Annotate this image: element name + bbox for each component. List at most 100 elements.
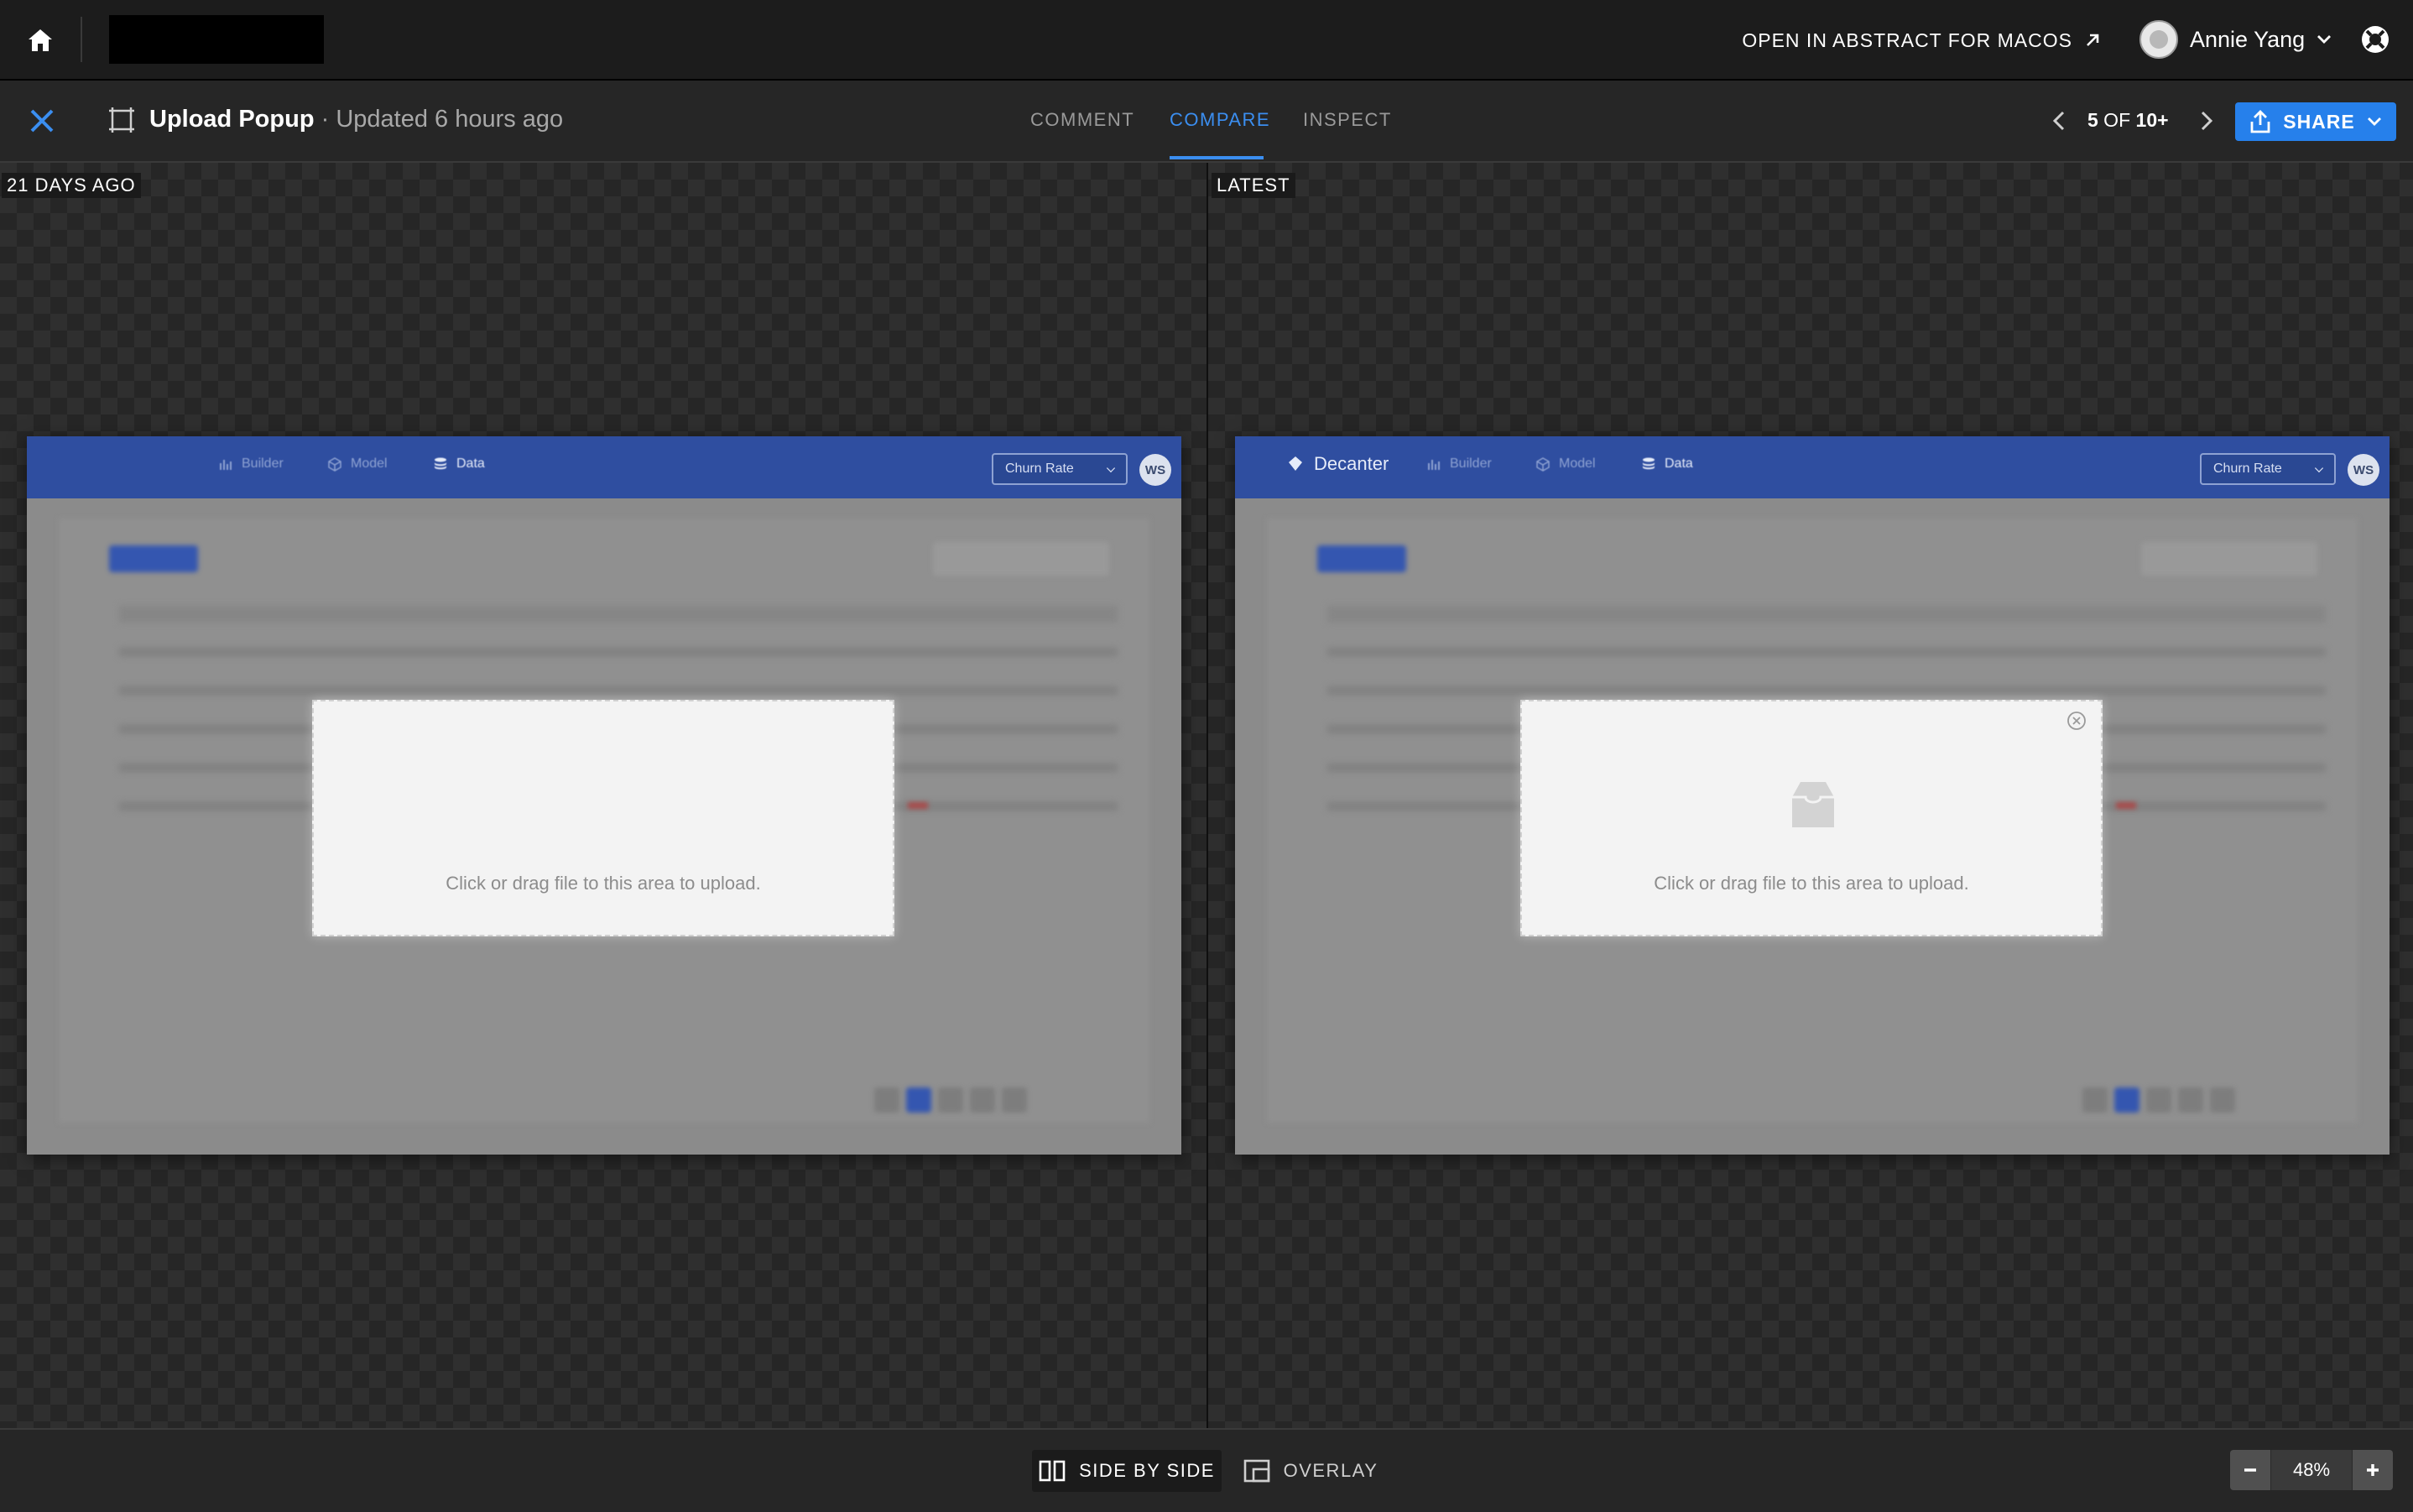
artboard-icon bbox=[109, 107, 134, 133]
preview-brand-name: Decanter bbox=[1314, 453, 1389, 474]
zoom-out-button[interactable] bbox=[2230, 1450, 2270, 1490]
preview-page-btn bbox=[1002, 1087, 1027, 1113]
user-menu[interactable]: Annie Yang bbox=[2139, 18, 2332, 60]
bar-chart-icon bbox=[1428, 460, 1440, 470]
side-by-side-label: SIDE BY SIDE bbox=[1079, 1460, 1215, 1481]
preview-nav-builder: Builder bbox=[1426, 456, 1492, 472]
preview-brand: Decanter bbox=[1285, 453, 1389, 475]
updated-time: Updated 6 hours ago bbox=[336, 106, 564, 133]
preview-page-btn-active bbox=[2114, 1087, 2139, 1113]
preview-nav-label: Data bbox=[456, 456, 485, 471]
design-preview-previous: Builder Model Data Churn Rate WS Click o… bbox=[27, 436, 1181, 1155]
preview-blurred-search bbox=[933, 542, 1109, 576]
preview-nav-label: Model bbox=[1559, 456, 1596, 471]
plus-icon bbox=[2367, 1464, 2379, 1476]
preview-page-btn bbox=[2210, 1087, 2235, 1113]
zoom-in-button[interactable] bbox=[2353, 1450, 2393, 1490]
share-label: SHARE bbox=[2283, 110, 2355, 133]
top-bar: OPEN IN ABSTRACT FOR MACOS Annie Yang bbox=[0, 0, 2413, 81]
side-by-side-button[interactable]: SIDE BY SIDE bbox=[1032, 1450, 1222, 1492]
upload-hint: Click or drag file to this area to uploa… bbox=[1654, 873, 1969, 894]
version-label-previous: 21 DAYS AGO bbox=[2, 173, 141, 198]
arrow-up-right-icon bbox=[2087, 34, 2099, 46]
upload-modal-previous: Click or drag file to this area to uploa… bbox=[312, 700, 894, 936]
preview-page-btn bbox=[938, 1087, 963, 1113]
home-icon bbox=[29, 29, 52, 51]
preview-dropdown-value: Churn Rate bbox=[1005, 461, 1074, 476]
overlay-icon bbox=[1243, 1459, 1269, 1483]
zoom-control: 48% bbox=[2230, 1450, 2393, 1490]
user-name: Annie Yang bbox=[2190, 26, 2306, 52]
compare-pane-latest[interactable]: LATEST Decanter Builder Model Data Churn… bbox=[1208, 163, 2413, 1428]
title-separator: · bbox=[314, 106, 336, 133]
preview-nav-label: Builder bbox=[1450, 456, 1492, 471]
preview-red-mark bbox=[908, 802, 928, 809]
preview-blurred-button bbox=[109, 545, 198, 572]
chevron-left-icon[interactable] bbox=[2046, 106, 2074, 136]
tab-comment[interactable]: COMMENT bbox=[1030, 109, 1134, 131]
cube-icon bbox=[328, 457, 341, 472]
tab-compare[interactable]: COMPARE bbox=[1170, 109, 1270, 131]
preview-page-btn bbox=[2146, 1087, 2171, 1113]
preview-avatar: WS bbox=[1139, 454, 1171, 486]
active-tab-indicator bbox=[1170, 156, 1264, 159]
help-lifebuoy-icon[interactable] bbox=[2359, 23, 2391, 55]
overlay-button[interactable]: OVERLAY bbox=[1235, 1450, 1386, 1492]
close-circle-icon bbox=[2067, 712, 2086, 730]
preview-page-btn bbox=[970, 1087, 995, 1113]
close-icon[interactable] bbox=[23, 102, 60, 139]
bottom-bar: SIDE BY SIDE OVERLAY 48% bbox=[0, 1428, 2413, 1512]
preview-nav-label: Model bbox=[351, 456, 388, 471]
preview-metric-dropdown: Churn Rate bbox=[2200, 453, 2336, 485]
share-button[interactable]: SHARE bbox=[2235, 102, 2396, 141]
version-label-latest: LATEST bbox=[1212, 173, 1295, 198]
preview-table-header bbox=[119, 606, 1118, 623]
layer-name: Upload Popup bbox=[149, 106, 315, 133]
pager-total: 10+ bbox=[2135, 109, 2169, 131]
preview-page-btn bbox=[2178, 1087, 2203, 1113]
document-bar: Upload Popup · Updated 6 hours ago COMME… bbox=[0, 81, 2413, 163]
preview-app-bar: Builder Model Data Churn Rate WS bbox=[27, 436, 1181, 498]
table-row bbox=[119, 648, 1118, 656]
preview-app-bar: Decanter Builder Model Data Churn Rate W… bbox=[1235, 436, 2390, 498]
preview-nav-model: Model bbox=[327, 456, 388, 472]
compare-pane-previous[interactable]: 21 DAYS AGO Builder Model Data Churn Rat… bbox=[0, 163, 1206, 1428]
preview-nav-label: Data bbox=[1665, 456, 1693, 471]
overlay-label: OVERLAY bbox=[1283, 1460, 1378, 1481]
open-in-macos-link[interactable]: OPEN IN ABSTRACT FOR MACOS bbox=[1742, 25, 2101, 55]
preview-metric-dropdown: Churn Rate bbox=[992, 453, 1128, 485]
avatar bbox=[2139, 20, 2178, 59]
chevron-down-icon bbox=[2317, 35, 2332, 44]
preview-table-header bbox=[1327, 606, 2326, 623]
table-row bbox=[1327, 686, 2326, 695]
side-by-side-icon bbox=[1039, 1460, 1066, 1482]
preview-nav-data: Data bbox=[1641, 456, 1693, 472]
bar-chart-icon bbox=[220, 460, 232, 470]
design-preview-latest: Decanter Builder Model Data Churn Rate W… bbox=[1235, 436, 2390, 1155]
tab-inspect[interactable]: INSPECT bbox=[1303, 109, 1392, 131]
share-upload-icon bbox=[2250, 110, 2270, 133]
cube-icon bbox=[1536, 457, 1550, 472]
upload-hint: Click or drag file to this area to uploa… bbox=[446, 873, 761, 894]
pager-of: OF bbox=[2098, 109, 2136, 131]
preview-page-btn bbox=[874, 1087, 899, 1113]
top-divider bbox=[81, 17, 82, 62]
preview-nav-data: Data bbox=[433, 456, 485, 472]
preview-nav-label: Builder bbox=[242, 456, 284, 471]
chevron-down-icon bbox=[2367, 117, 2381, 126]
version-pager: 5 OF 10+ bbox=[2087, 109, 2169, 132]
open-in-macos-label: OPEN IN ABSTRACT FOR MACOS bbox=[1742, 29, 2072, 51]
database-icon bbox=[435, 457, 446, 470]
preview-blurred-search bbox=[2141, 542, 2317, 576]
preview-nav-builder: Builder bbox=[218, 456, 284, 472]
preview-blurred-button bbox=[1317, 545, 1406, 572]
preview-page-btn bbox=[2082, 1087, 2108, 1113]
preview-red-mark bbox=[2116, 802, 2136, 809]
preview-avatar: WS bbox=[2348, 454, 2379, 486]
upload-modal-latest: Click or drag file to this area to uploa… bbox=[1520, 700, 2103, 936]
preview-page-btn-active bbox=[906, 1087, 931, 1113]
decanter-logo-icon bbox=[1289, 456, 1302, 471]
chevron-right-icon[interactable] bbox=[2192, 106, 2220, 136]
pager-current: 5 bbox=[2087, 109, 2098, 131]
home-button[interactable] bbox=[22, 22, 59, 59]
